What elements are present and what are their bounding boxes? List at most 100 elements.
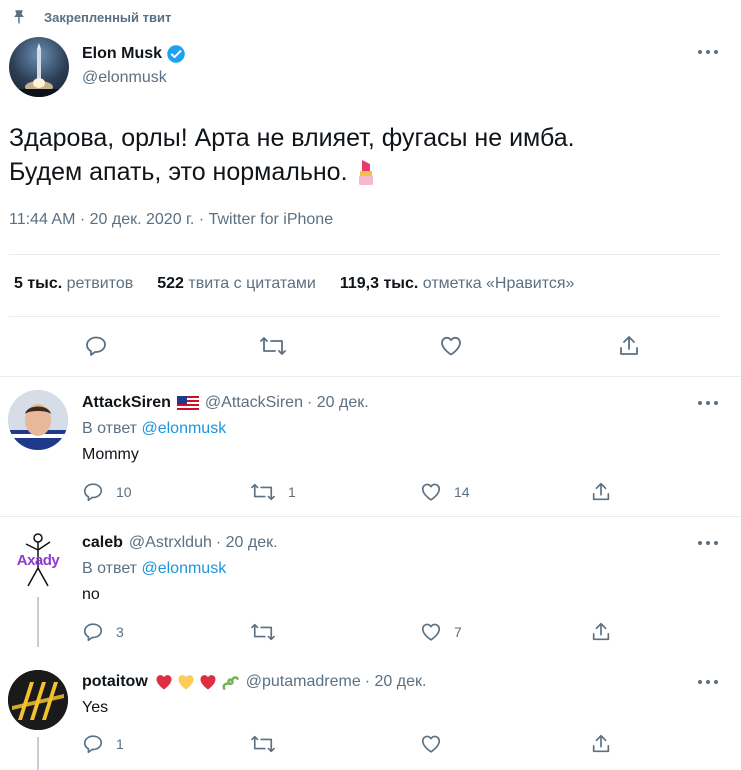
stat-likes-label: отметка «Нравится» [422,275,575,292]
stat-quotes-value: 522 [157,275,184,292]
pinned-header: Закрепленный твит [10,8,171,26]
verified-badge-icon [166,44,186,64]
reply-1-replying-to: В ответ @elonmusk [82,420,226,438]
reply-icon [83,735,103,754]
retweet-icon [251,483,275,501]
share-icon [620,336,638,355]
thread-line [37,597,39,647]
red-heart-icon [198,672,218,692]
reply-date[interactable]: · 20 дек. [216,534,278,552]
lipstick-emoji-icon [354,157,378,187]
reply-2-like-button[interactable]: 7 [420,620,462,644]
reply-icon [86,336,106,356]
yellow-heart-icon [176,672,196,692]
stat-quotes[interactable]: 522 твита с цитатами [157,275,316,293]
reply-1-like-button[interactable]: 14 [420,480,470,504]
main-reply-button[interactable] [84,334,108,358]
reply-3-reply-button[interactable]: 1 [82,732,124,756]
more-options-icon[interactable] [696,45,720,59]
reply-date[interactable]: · 20 дек. [365,673,427,691]
replying-to-link[interactable]: @elonmusk [141,560,226,577]
retweet-count: 1 [288,484,296,500]
potaitow-avatar[interactable] [8,670,68,730]
tweet-text-line-2-row: Будем апать, это нормально. [9,155,575,189]
reply-1-retweet-button[interactable]: 1 [250,480,296,504]
caleb-avatar-text: Axady [16,552,60,569]
reply-icon [83,623,103,642]
reply-count: 1 [116,736,124,752]
share-icon [592,622,610,641]
stats-row: 5 тыс. ретвитов 522 твита с цитатами 119… [14,275,574,293]
reply-3-header: potaitow @putamadreme · 20 дек. [82,672,426,692]
attacksiren-avatar[interactable] [8,390,68,450]
replying-to-prefix: В ответ [82,420,138,437]
reply-2-reply-button[interactable]: 3 [82,620,124,644]
pinned-label: Закрепленный твит [44,9,172,25]
caleb-avatar[interactable]: Axady [8,530,68,590]
reply-author-name[interactable]: potaitow [82,673,148,691]
pin-icon [10,8,28,26]
reply-2-share-button[interactable] [590,620,612,644]
more-options-icon[interactable] [696,536,720,550]
reply-3-share-button[interactable] [590,732,612,756]
retweet-icon [251,735,275,753]
heart-icon [421,623,441,641]
stat-likes[interactable]: 119,3 тыс. отметка «Нравится» [340,275,575,293]
main-author-row: Elon Musk [82,44,186,64]
reply-handle[interactable]: @AttackSiren [205,394,303,412]
stat-retweets-value: 5 тыс. [14,275,63,292]
main-tweet-text: Здарова, орлы! Арта не влияет, фугасы не… [9,121,575,189]
elon-avatar[interactable] [9,37,69,97]
reply-2-text: no [82,586,100,603]
heart-icon [421,735,441,753]
stat-retweets-label: ретвитов [66,275,134,292]
reply-3-like-button[interactable] [420,732,442,756]
reply-3-text: Yes [82,699,109,716]
stat-likes-value: 119,3 тыс. [339,275,419,292]
divider [0,516,741,517]
reply-count: 3 [116,624,124,640]
divider [9,254,720,255]
reply-1-reply-button[interactable]: 10 [82,480,132,504]
replying-to-link[interactable]: @elonmusk [141,420,226,437]
tweet-text-line-2: Будем апать, это нормально. [9,158,348,186]
thread-line [37,737,39,770]
snake-icon [220,672,240,692]
reply-2-retweet-button[interactable] [250,620,288,644]
main-like-button[interactable] [439,334,463,358]
reply-handle[interactable]: @Astrxlduh [129,534,212,552]
red-heart-icon [154,672,174,692]
main-handle[interactable]: @elonmusk [82,69,167,87]
stat-retweets[interactable]: 5 тыс. ретвитов [14,275,133,293]
more-options-icon[interactable] [696,675,720,689]
share-icon [592,734,610,753]
reply-count: 10 [116,484,132,500]
reply-1-header: AttackSiren @AttackSiren · 20 дек. [82,394,369,412]
reply-1-text: Mommy [82,446,139,463]
heart-icon [421,483,441,501]
reply-icon [83,483,103,502]
divider [0,376,741,377]
divider [9,316,720,317]
retweet-icon [251,623,275,641]
reply-date[interactable]: · 20 дек. [307,394,369,412]
us-flag-icon [176,396,199,410]
reply-author-name[interactable]: caleb [82,534,123,552]
reply-3-retweet-button[interactable] [250,732,276,756]
like-count: 7 [454,624,462,640]
main-share-button[interactable] [617,334,641,358]
reply-2-replying-to: В ответ @elonmusk [82,560,226,578]
reply-2-header: caleb @Astrxlduh · 20 дек. [82,534,278,552]
stat-quotes-label: твита с цитатами [188,275,316,292]
replying-to-prefix: В ответ [82,560,138,577]
more-options-icon[interactable] [696,396,720,410]
share-icon [592,482,610,501]
reply-author-name[interactable]: AttackSiren [82,394,171,412]
reply-handle[interactable]: @putamadreme [246,673,361,691]
retweet-icon [260,337,286,355]
main-retweet-button[interactable] [259,334,287,358]
reply-1-share-button[interactable] [590,480,612,504]
tweet-meta[interactable]: 11:44 AM · 20 дек. 2020 г. · Twitter for… [9,211,333,229]
tweet-text-line-1: Здарова, орлы! Арта не влияет, фугасы не… [9,124,575,152]
main-author-name[interactable]: Elon Musk [82,45,162,63]
